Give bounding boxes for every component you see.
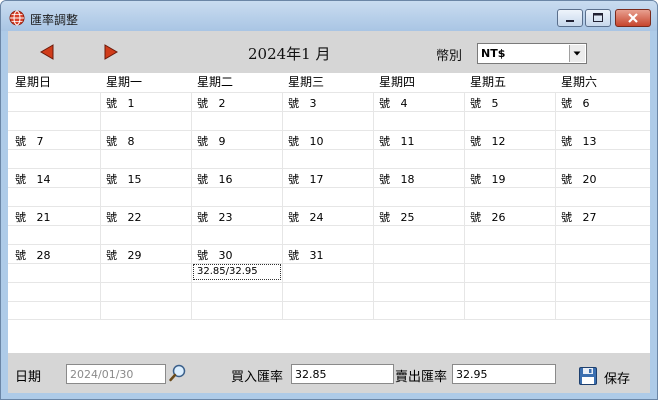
- day-cell-8[interactable]: 號 8: [106, 133, 135, 149]
- grid-line: [8, 225, 650, 226]
- sell-rate-field[interactable]: [452, 364, 556, 384]
- day-cell-21[interactable]: 號 21: [15, 209, 51, 225]
- day-cell-2[interactable]: 號 2: [197, 95, 226, 111]
- minimize-button[interactable]: [557, 9, 583, 27]
- weekday-header-fri: 星期五: [470, 75, 507, 89]
- grid-line: [8, 206, 650, 207]
- weekday-header-sun: 星期日: [15, 75, 52, 89]
- day-cell-20[interactable]: 號 20: [561, 171, 597, 187]
- grid-line: [8, 149, 650, 150]
- weekday-header-tue: 星期二: [197, 75, 234, 89]
- search-icon[interactable]: [168, 363, 188, 383]
- currency-select[interactable]: NT$: [477, 43, 587, 64]
- day-cell-6[interactable]: 號 6: [561, 95, 590, 111]
- day-cell-25[interactable]: 號 25: [379, 209, 415, 225]
- buy-rate-field[interactable]: [291, 364, 394, 384]
- globe-icon: [9, 10, 25, 26]
- date-label: 日期: [15, 370, 42, 385]
- grid-line: [8, 168, 650, 169]
- day-cell-12[interactable]: 號 12: [470, 133, 506, 149]
- currency-value: NT$: [481, 47, 506, 60]
- day-cell-14[interactable]: 號 14: [15, 171, 51, 187]
- day-cell-9[interactable]: 號 9: [197, 133, 226, 149]
- day-cell-15[interactable]: 號 15: [106, 171, 142, 187]
- maximize-button[interactable]: [585, 9, 611, 27]
- day-cell-23[interactable]: 號 23: [197, 209, 233, 225]
- grid-line: [8, 130, 650, 131]
- minimize-icon: [566, 20, 574, 22]
- grid-line: [8, 282, 650, 283]
- grid-line: [8, 301, 650, 302]
- date-field[interactable]: [66, 364, 166, 384]
- day-cell-13[interactable]: 號 13: [561, 133, 597, 149]
- day-cell-16[interactable]: 號 16: [197, 171, 233, 187]
- month-label: 2024年1 月: [248, 45, 331, 63]
- close-icon: [628, 13, 638, 23]
- maximize-icon: [593, 13, 603, 22]
- grid-line: [8, 263, 650, 264]
- close-button[interactable]: [615, 9, 651, 27]
- day-cell-11[interactable]: 號 11: [379, 133, 415, 149]
- day-cell-26[interactable]: 號 26: [470, 209, 506, 225]
- grid-line: [8, 319, 650, 320]
- day-cell-5[interactable]: 號 5: [470, 95, 499, 111]
- chevron-down-icon: [573, 51, 581, 56]
- client-area: 2024年1 月 幣別 NT$ 星期日 星期一 星期二 星期三 星期四 星期五 …: [8, 31, 650, 393]
- day-cell-29[interactable]: 號 29: [106, 247, 142, 263]
- day-cell-28[interactable]: 號 28: [15, 247, 51, 263]
- day-cell-7[interactable]: 號 7: [15, 133, 44, 149]
- day-cell-17[interactable]: 號 17: [288, 171, 324, 187]
- window-title: 匯率調整: [30, 13, 79, 27]
- day-cell-27[interactable]: 號 27: [561, 209, 597, 225]
- save-label: 保存: [604, 372, 631, 387]
- currency-label: 幣別: [436, 49, 463, 64]
- rate-entry-jan-30[interactable]: 32.85/32.95: [193, 264, 281, 280]
- next-month-arrow-icon[interactable]: [102, 43, 120, 61]
- sell-rate-label: 賣出匯率: [395, 370, 448, 385]
- grid-line: [8, 92, 650, 93]
- prev-month-arrow-icon[interactable]: [38, 43, 56, 61]
- bottom-bar: 日期 買入匯率 賣出匯率 保存: [8, 353, 650, 393]
- day-cell-31[interactable]: 號 31: [288, 247, 324, 263]
- weekday-header-thu: 星期四: [379, 75, 416, 89]
- grid-line: [8, 187, 650, 188]
- weekday-header-mon: 星期一: [106, 75, 143, 89]
- day-cell-24[interactable]: 號 24: [288, 209, 324, 225]
- day-cell-19[interactable]: 號 19: [470, 171, 506, 187]
- day-cell-3[interactable]: 號 3: [288, 95, 317, 111]
- day-cell-30[interactable]: 號 30: [197, 247, 233, 263]
- calendar-toolbar: 2024年1 月 幣別 NT$: [8, 31, 650, 73]
- calendar-grid: [8, 92, 650, 320]
- grid-line: [8, 111, 650, 112]
- dropdown-button[interactable]: [569, 45, 585, 62]
- floppy-disk-icon: [579, 367, 597, 385]
- day-cell-22[interactable]: 號 22: [106, 209, 142, 225]
- day-cell-10[interactable]: 號 10: [288, 133, 324, 149]
- buy-rate-label: 買入匯率: [231, 370, 284, 385]
- day-cell-1[interactable]: 號 1: [106, 95, 135, 111]
- title-bar: 匯率調整: [1, 1, 657, 31]
- weekday-header-sat: 星期六: [561, 75, 598, 89]
- weekday-header-wed: 星期三: [288, 75, 325, 89]
- day-cell-18[interactable]: 號 18: [379, 171, 415, 187]
- app-window: 匯率調整 2024年1 月 幣別 NT$ 星期日 星期一 星期二 星期三 星期四…: [0, 0, 658, 400]
- day-cell-4[interactable]: 號 4: [379, 95, 408, 111]
- grid-line: [8, 244, 650, 245]
